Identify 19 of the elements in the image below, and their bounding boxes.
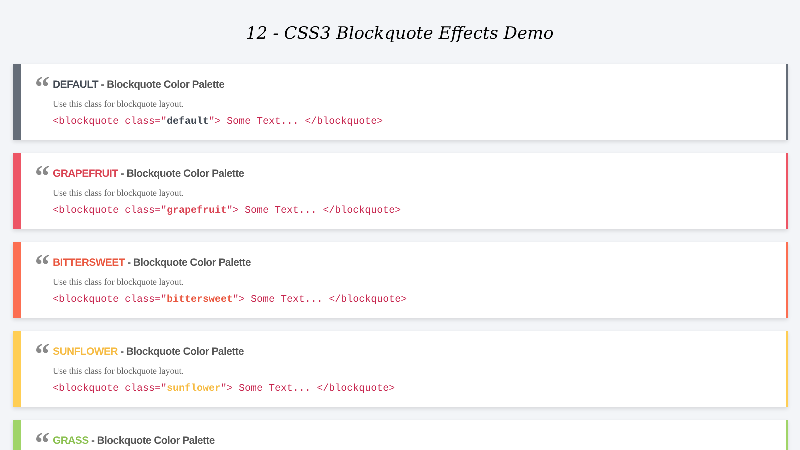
blockquote-heading: SUNFLOWER - Blockquote Color Palette	[53, 346, 246, 358]
blockquote-heading: GRAPEFRUIT - Blockquote Color Palette	[53, 168, 246, 180]
blockquote-heading: BITTERSWEET - Blockquote Color Palette	[53, 256, 252, 270]
description-text: Use this class for blockquote layout.	[53, 364, 185, 376]
blockquote-heading: GRASS - Blockquote Color Palette	[53, 434, 215, 448]
page-title: 12 - CSS3 Blockquote Effects Demo	[246, 23, 554, 46]
quote-mark: “	[35, 164, 50, 184]
description-text: Use this class for blockquote layout.	[53, 186, 185, 198]
quote-mark: “	[35, 342, 50, 362]
quote-mark: “	[35, 254, 50, 274]
code-snippet: <blockquote class="default"> Some Text... </blockquote>	[53, 116, 384, 128]
code-snippet: <blockquote class="grapefruit"> Some Text... </blockquote>	[53, 206, 402, 218]
code-snippet: <blockquote class="bittersweet"> Some Text... </blockquote>	[53, 294, 408, 306]
code-snippet: <blockquote class="sunflower"> Some Text... </blockquote>	[53, 384, 396, 396]
blockquote-heading: DEFAULT - Blockquote Color Palette	[53, 78, 226, 92]
quote-mark: “	[35, 76, 50, 96]
description-text: Use this class for blockquote layout.	[53, 98, 185, 110]
quote-mark: “	[35, 432, 50, 450]
description-text: Use this class for blockquote layout.	[53, 276, 185, 288]
